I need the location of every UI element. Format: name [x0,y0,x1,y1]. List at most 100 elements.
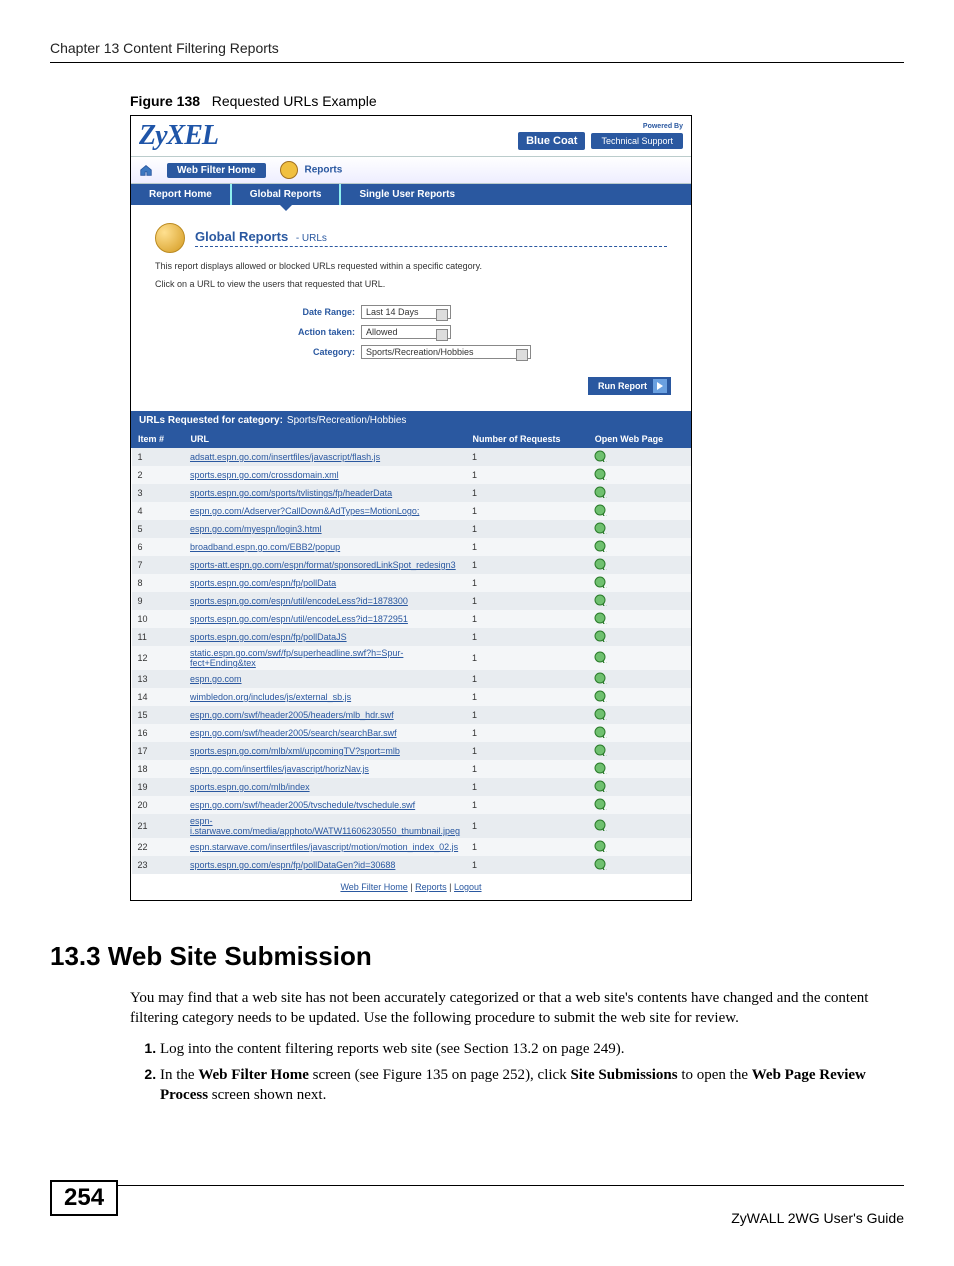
open-web-page-icon[interactable] [594,858,608,870]
bluecoat-logo: Blue Coat [518,132,585,150]
cell-item: 20 [132,796,185,814]
technical-support-link[interactable]: Technical Support [591,133,683,149]
open-web-page-icon[interactable] [594,468,608,480]
step2-text-b: screen (see [309,1067,383,1083]
nav-global-reports[interactable]: Global Reports [232,184,342,205]
open-web-page-icon[interactable] [594,504,608,516]
url-link[interactable]: espn.go.com/swf/header2005/search/search… [190,728,397,738]
url-link[interactable]: espn.starwave.com/insertfiles/javascript… [190,842,458,852]
url-link[interactable]: sports.espn.go.com/espn/fp/pollDataJS [190,632,347,642]
open-web-page-icon[interactable] [594,558,608,570]
url-link[interactable]: adsatt.espn.go.com/insertfiles/javascrip… [190,452,380,462]
open-web-page-icon[interactable] [594,450,608,462]
url-link[interactable]: sports.espn.go.com/espn/fp/pollDataGen?i… [190,860,395,870]
cell-requests: 1 [466,538,588,556]
footer-logout-link[interactable]: Logout [454,882,482,892]
url-link[interactable]: espn.go.com/myespn/login3.html [190,524,322,534]
url-link[interactable]: static.espn.go.com/swf/fp/superheadline.… [190,648,403,668]
cell-item: 11 [132,628,185,646]
url-link[interactable]: espn.go.com/insertfiles/javascript/horiz… [190,764,369,774]
section-intro-text: You may find that a web site has not bee… [130,988,904,1029]
table-row: 10sports.espn.go.com/espn/util/encodeLes… [132,610,691,628]
table-row: 8sports.espn.go.com/espn/fp/pollData1 [132,574,691,592]
url-link[interactable]: sports.espn.go.com/sports/tvlistings/fp/… [190,488,392,498]
open-web-page-icon[interactable] [594,522,608,534]
url-link[interactable]: wimbledon.org/includes/js/external_sb.js [190,692,351,702]
footer-reports-link[interactable]: Reports [415,882,447,892]
url-link[interactable]: sports-att.espn.go.com/espn/format/spons… [190,560,456,570]
home-icon[interactable] [139,163,153,177]
url-link[interactable]: espn.go.com/Adserver?CallDown&AdTypes=Mo… [190,506,419,516]
open-web-page-icon[interactable] [594,651,608,663]
step1-link[interactable]: Section 13.2 on page 249 [464,1041,616,1057]
run-report-label: Run Report [598,381,647,391]
step2-link[interactable]: Figure 135 on page 252 [383,1067,525,1083]
description-line-2: Click on a URL to view the users that re… [155,279,667,289]
open-web-page-icon[interactable] [594,798,608,810]
cell-item: 15 [132,706,185,724]
cell-item: 6 [132,538,185,556]
table-row: 23sports.espn.go.com/espn/fp/pollDataGen… [132,856,691,874]
table-row: 7 sports-att.espn.go.com/espn/format/spon… [132,556,691,574]
open-web-page-icon[interactable] [594,672,608,684]
nav-single-user-reports[interactable]: Single User Reports [341,184,473,205]
open-web-page-icon[interactable] [594,630,608,642]
date-range-select[interactable]: Last 14 Days [361,305,451,319]
open-web-page-icon[interactable] [594,690,608,702]
url-link[interactable]: espn-i.starwave.com/media/apphoto/WATW11… [190,816,460,836]
nav-global-reports-label: Global Reports [250,189,322,200]
cell-item: 7 [132,556,185,574]
category-select[interactable]: Sports/Recreation/Hobbies [361,345,531,359]
cell-item: 19 [132,778,185,796]
run-arrow-icon [653,379,667,393]
open-web-page-icon[interactable] [594,726,608,738]
open-web-page-icon[interactable] [594,819,608,831]
run-report-button[interactable]: Run Report [588,377,671,395]
open-web-page-icon[interactable] [594,576,608,588]
nav-report-home[interactable]: Report Home [131,184,232,205]
action-taken-select[interactable]: Allowed [361,325,451,339]
footer-home-link[interactable]: Web Filter Home [340,882,407,892]
cell-item: 22 [132,838,185,856]
category-label: Category: [155,347,361,357]
url-link[interactable]: espn.go.com/swf/header2005/headers/mlb_h… [190,710,394,720]
url-link[interactable]: broadband.espn.go.com/EBB2/popup [190,542,340,552]
url-link[interactable]: sports.espn.go.com/mlb/xml/upcomingTV?sp… [190,746,400,756]
url-link[interactable]: sports.espn.go.com/espn/util/encodeLess?… [190,614,408,624]
table-row: 13espn.go.com1 [132,670,691,688]
open-web-page-icon[interactable] [594,708,608,720]
date-range-label: Date Range: [155,307,361,317]
figure-number: Figure 138 [130,93,200,109]
url-link[interactable]: espn.go.com [190,674,242,684]
url-link[interactable]: sports.espn.go.com/espn/fp/pollData [190,578,336,588]
open-web-page-icon[interactable] [594,840,608,852]
url-link[interactable]: sports.espn.go.com/espn/util/encodeLess?… [190,596,408,606]
table-row: 18espn.go.com/insertfiles/javascript/hor… [132,760,691,778]
url-link[interactable]: sports.espn.go.com/mlb/index [190,782,310,792]
table-row: 16 espn.go.com/swf/header2005/search/sear… [132,724,691,742]
open-web-page-icon[interactable] [594,762,608,774]
url-link[interactable]: sports.espn.go.com/crossdomain.xml [190,470,339,480]
cell-requests: 1 [466,520,588,538]
cell-item: 17 [132,742,185,760]
cell-item: 12 [132,646,185,670]
open-web-page-icon[interactable] [594,612,608,624]
open-web-page-icon[interactable] [594,744,608,756]
nav-reports[interactable]: Reports [280,161,343,179]
col-open: Open Web Page [588,431,690,448]
open-web-page-icon[interactable] [594,540,608,552]
cell-requests: 1 [466,448,588,467]
nav-web-filter-home[interactable]: Web Filter Home [167,163,266,178]
cell-item: 5 [132,520,185,538]
url-link[interactable]: espn.go.com/swf/header2005/tvschedule/tv… [190,800,415,810]
open-web-page-icon[interactable] [594,594,608,606]
table-row: 2sports.espn.go.com/crossdomain.xml1 [132,466,691,484]
cell-requests: 1 [466,592,588,610]
open-web-page-icon[interactable] [594,486,608,498]
cell-item: 16 [132,724,185,742]
open-web-page-icon[interactable] [594,780,608,792]
table-row: 6 broadband.espn.go.com/EBB2/popup 1 [132,538,691,556]
step2-text-e: screen shown next. [208,1087,326,1103]
table-row: 4espn.go.com/Adserver?CallDown&AdTypes=M… [132,502,691,520]
step2-text-a: In the [160,1067,198,1083]
